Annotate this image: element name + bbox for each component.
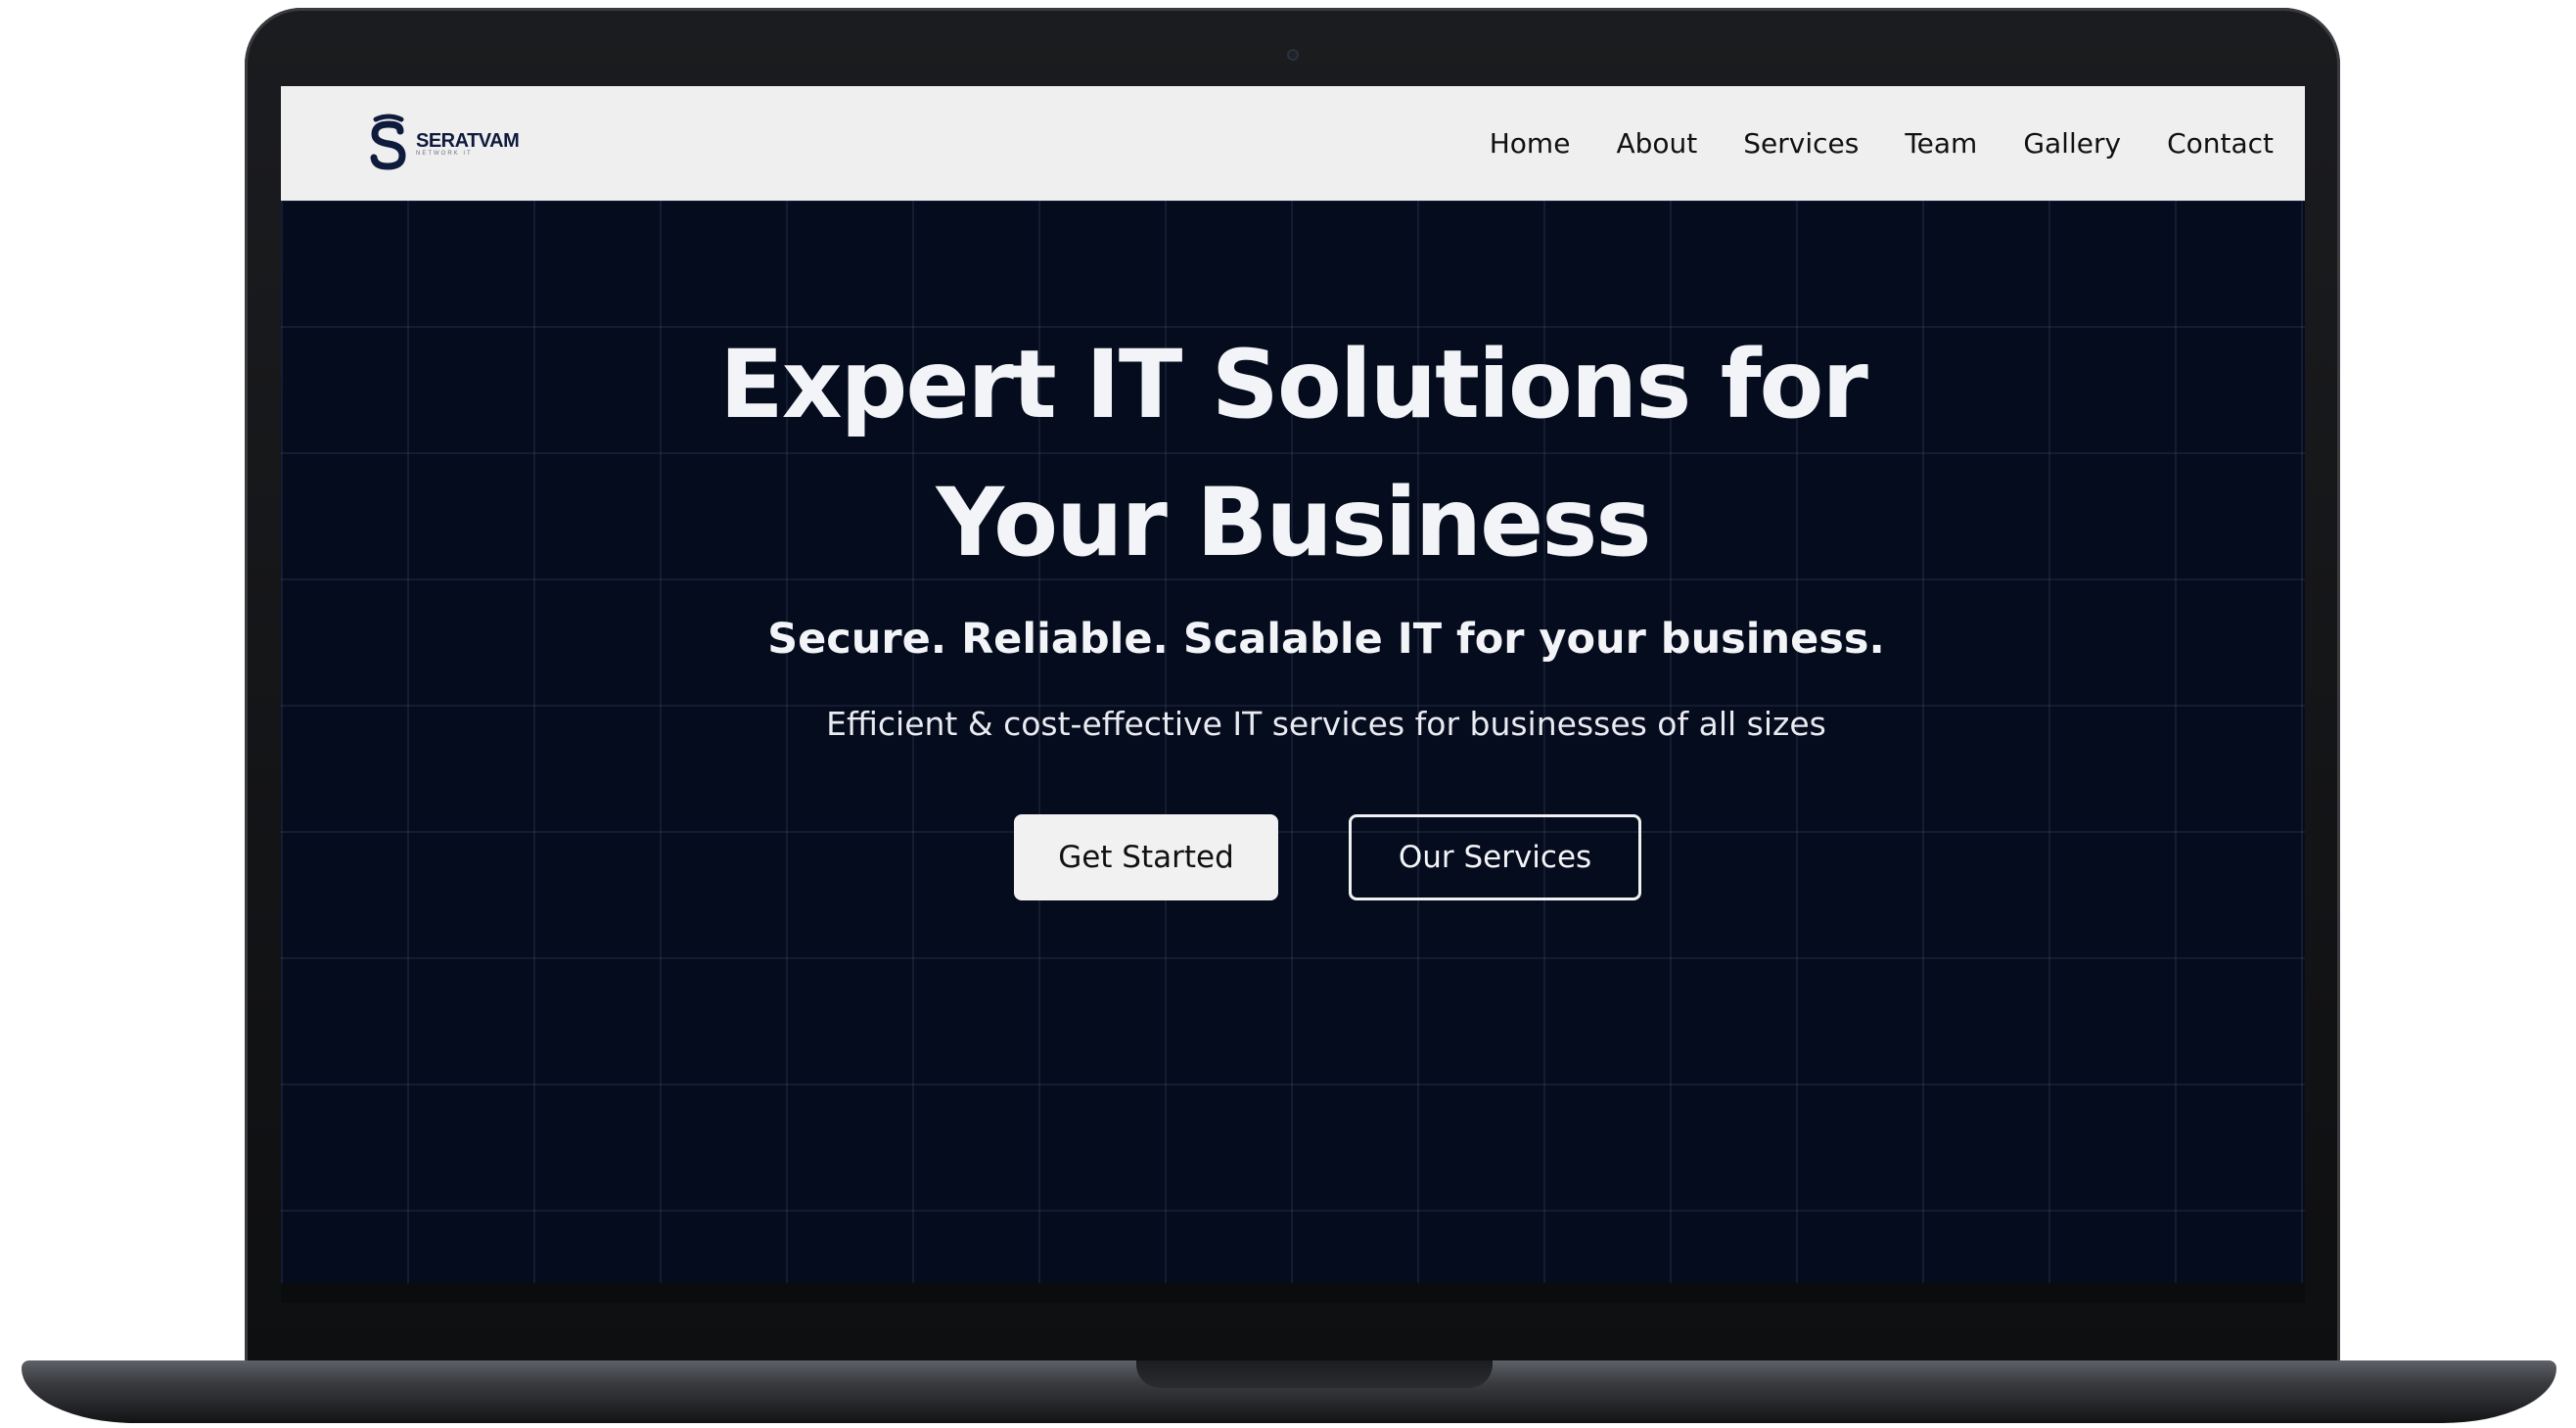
brand-tagline: NETWORK IT — [416, 150, 473, 157]
our-services-button[interactable]: Our Services — [1349, 814, 1641, 900]
nav-link-about[interactable]: About — [1616, 127, 1697, 160]
nav-menu: Home About Services Team Gallery Contact — [1444, 86, 2274, 201]
hero-title-line-1: Expert IT Solutions for — [719, 330, 1868, 439]
nav-link-home[interactable]: Home — [1490, 127, 1571, 160]
laptop-base — [22, 1360, 2556, 1423]
get-started-button[interactable]: Get Started — [1014, 814, 1278, 900]
hero-subtitle: Secure. Reliable. Scalable IT for your b… — [767, 615, 1885, 664]
laptop-screen: SERATVAM NETWORK IT Home About Services … — [281, 86, 2305, 1303]
brand-text: SERATVAM NETWORK IT — [416, 129, 520, 158]
brand-name: SERATVAM — [416, 129, 520, 152]
nav-link-contact[interactable]: Contact — [2167, 127, 2274, 160]
nav-link-gallery[interactable]: Gallery — [2023, 127, 2121, 160]
logo-s-icon — [370, 114, 406, 170]
site-navbar: SERATVAM NETWORK IT Home About Services … — [281, 86, 2305, 201]
laptop-hinge-notch — [1136, 1360, 1493, 1388]
brand-logo[interactable]: SERATVAM NETWORK IT — [367, 114, 520, 174]
laptop-lid: SERATVAM NETWORK IT Home About Services … — [245, 8, 2340, 1368]
hero-title-line-2: Your Business — [936, 468, 1651, 577]
nav-link-services[interactable]: Services — [1743, 127, 1859, 160]
nav-link-team[interactable]: Team — [1905, 127, 1977, 160]
screen-bezel-bottom — [281, 1283, 2305, 1303]
camera-icon — [1286, 49, 1299, 61]
hero-title: Expert IT Solutions for Your Business — [281, 316, 2305, 592]
hero-description: Efficient & cost-effective IT services f… — [826, 705, 1826, 743]
hero-section: Expert IT Solutions for Your Business Se… — [281, 201, 2305, 1283]
laptop-mockup: SERATVAM NETWORK IT Home About Services … — [0, 0, 2576, 1428]
